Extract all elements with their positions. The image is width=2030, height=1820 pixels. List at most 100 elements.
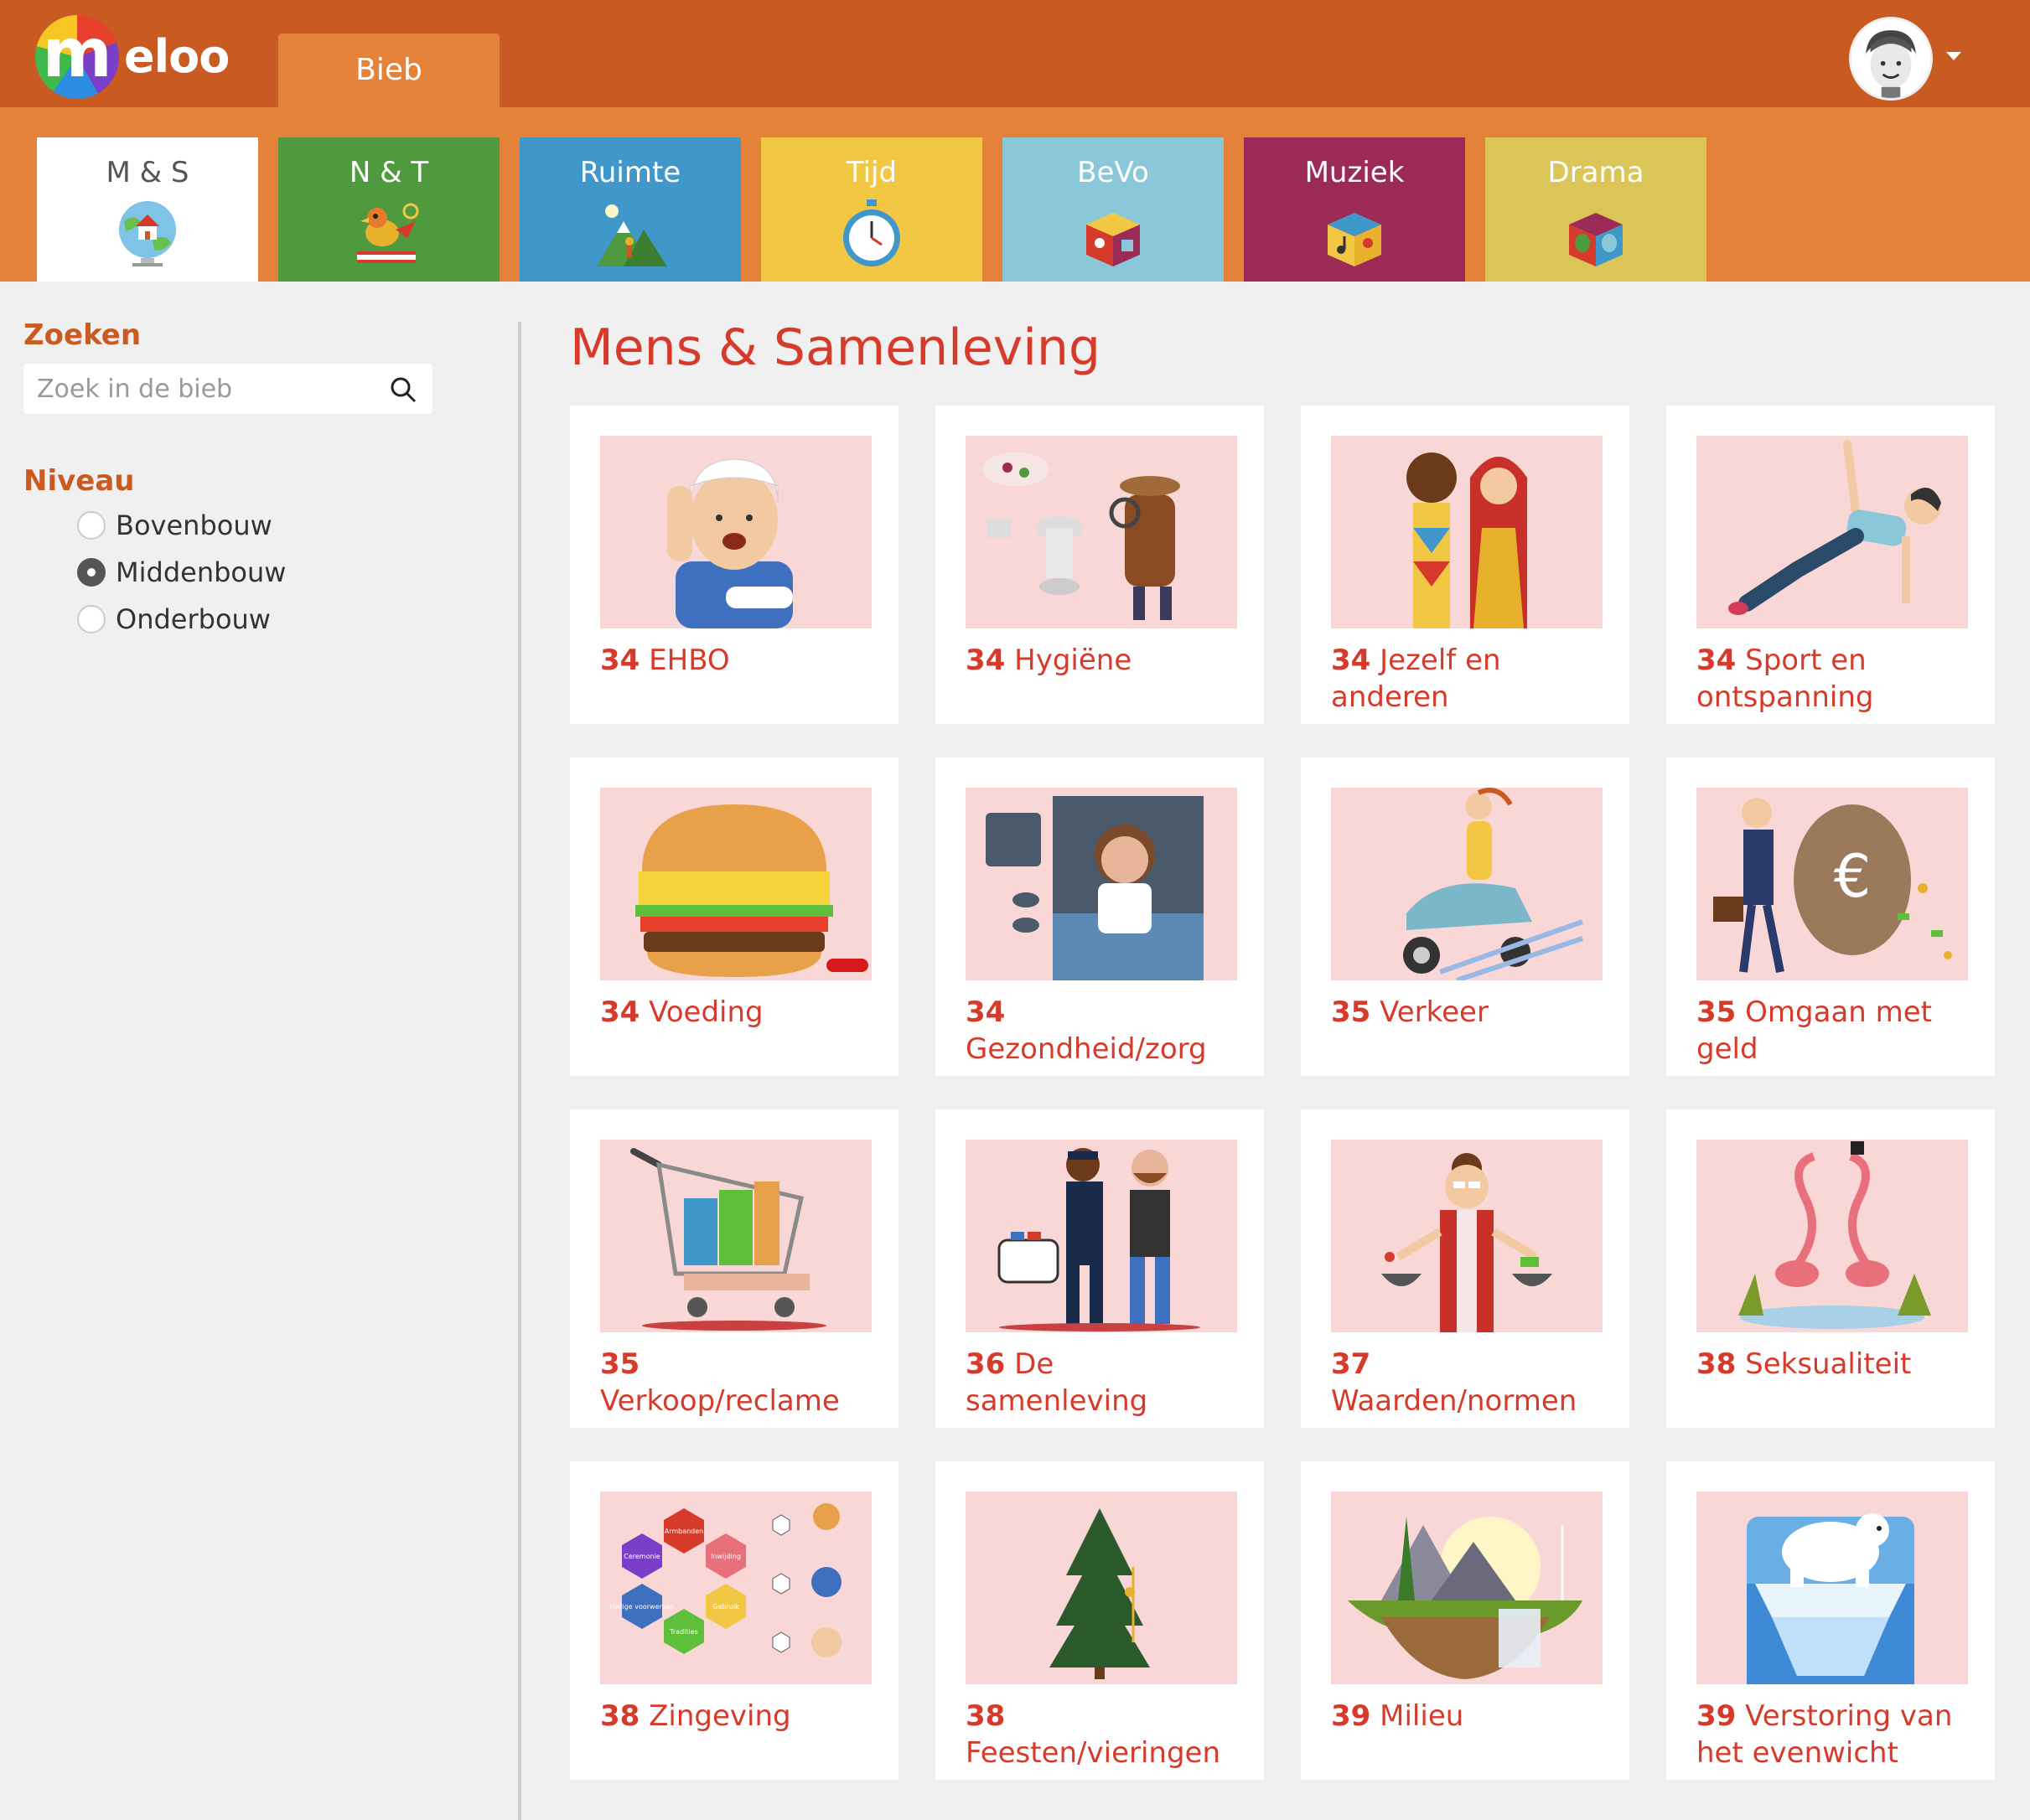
scooter-icon [1403,788,1583,980]
card-label: Voeding [649,995,764,1029]
tab-nt[interactable]: N & T [278,137,500,282]
card-title: 39 Milieu [1331,1698,1608,1735]
card-label: Seksualiteit [1745,1347,1912,1381]
topic-card[interactable]: 34 Hygiëne [935,406,1264,724]
chevron-down-icon[interactable] [1946,52,1961,60]
card-image [1331,788,1603,980]
mountain-icon [597,204,667,266]
level-label: Middenbouw [116,556,287,588]
card-number: 34 [966,995,1006,1029]
tab-ms[interactable]: M & S [37,137,258,282]
tab-bevo[interactable]: BeVo [1002,137,1224,282]
injured-boy-icon [667,458,793,628]
topic-card[interactable]: 35 Verkeer [1301,757,1629,1076]
topic-card[interactable]: 34 Jezelf en anderen [1301,406,1629,724]
page-title: Mens & Samenleving [570,318,1101,377]
globe-house-icon [119,201,176,266]
topic-card[interactable]: 38 Seksualiteit [1666,1109,1995,1428]
card-image [966,788,1237,980]
radio-button-checked[interactable] [77,558,106,587]
card-number: 34 [966,644,1006,677]
topic-card[interactable]: € 35 Omgaan met geld [1666,757,1995,1076]
svg-text:€: € [1834,842,1872,911]
level-option-middenbouw[interactable]: Middenbouw [77,551,286,593]
card-number: 34 [600,644,640,677]
card-title: 38 Seksualiteit [1696,1346,1973,1383]
card-label: Verkoop/reclame [600,1384,840,1418]
topic-card[interactable]: 39 Verstoring van het evenwicht [1666,1461,1995,1780]
search-input[interactable] [23,364,375,414]
tab-label: N & T [349,156,429,189]
card-title: 34 Gezondheid/zorg [966,994,1242,1068]
card-title: 38 Feesten/vieringen [966,1698,1242,1771]
stopwatch-icon [843,199,900,266]
music-cube-icon [1328,213,1381,266]
card-title: 36 De samenleving [966,1346,1242,1419]
topic-card[interactable]: 38 Feesten/vieringen [935,1461,1264,1780]
card-image [966,436,1237,628]
art-cube-icon [1086,213,1140,266]
yoga-girl-icon [1728,440,1941,615]
card-title: 34 EHBO [600,642,877,679]
money-bag-icon: € [1713,798,1952,973]
card-image [1696,1492,1968,1684]
tab-muziek[interactable]: Muziek [1244,137,1465,282]
user-avatar-icon [1851,19,1930,98]
hex-label: Tradities [669,1628,698,1636]
card-title: 34 Jezelf en anderen [1331,642,1608,716]
card-number: 38 [600,1699,640,1733]
card-number: 35 [1331,995,1371,1029]
card-image: € [1696,788,1968,980]
card-image [600,788,872,980]
card-number: 35 [1696,995,1737,1029]
card-number: 37 [1331,1347,1371,1381]
logo-letter: m [42,14,112,92]
tab-tijd[interactable]: Tijd [761,137,982,282]
topic-card[interactable]: 36 De samenleving [935,1109,1264,1428]
card-number: 34 [1331,644,1371,677]
level-option-onderbouw[interactable]: Onderbouw [77,598,271,640]
radio-button[interactable] [77,605,106,633]
topic-card[interactable]: 34 Sport en ontspanning [1666,406,1995,724]
card-image: Armbanden Ceremonie Inwijding Heilige vo… [600,1492,872,1684]
tab-label: BeVo [1077,156,1149,189]
card-label: Feesten/vieringen [966,1736,1221,1770]
topic-card[interactable]: 39 Milieu [1301,1461,1629,1780]
card-image [600,436,872,628]
tab-label: Muziek [1304,156,1405,189]
search-box [23,364,432,414]
card-title: 34 Hygiëne [966,642,1242,679]
flamingos-icon [1738,1141,1931,1329]
tab-label: Tijd [846,156,898,189]
topic-card[interactable]: 37 Waarden/normen [1301,1109,1629,1428]
sick-girl-bed-icon [986,796,1204,980]
police-arrest-icon [997,1148,1200,1331]
logo[interactable]: m eloo [35,15,253,99]
tab-bieb[interactable]: Bieb [278,34,500,107]
topic-card[interactable]: 34 Voeding [570,757,898,1076]
topic-card[interactable]: 34 Gezondheid/zorg [935,757,1264,1076]
card-image [1331,1140,1603,1332]
search-heading: Zoeken [23,318,142,352]
logo-text: eloo [124,30,230,83]
card-title: 37 Waarden/normen [1331,1346,1608,1419]
topic-card[interactable]: 35 Verkoop/reclame [570,1109,898,1428]
hex-label: Heilige voorwerpen [609,1603,675,1611]
radio-button[interactable] [77,511,106,540]
card-image [966,1140,1237,1332]
topic-card[interactable]: 34 EHBO [570,406,898,724]
card-image [600,1140,872,1332]
level-option-bovenbouw[interactable]: Bovenbouw [77,504,272,546]
card-label: Milieu [1380,1699,1464,1733]
card-number: 34 [1696,644,1737,677]
card-number: 39 [1696,1699,1737,1733]
topic-card[interactable]: Armbanden Ceremonie Inwijding Heilige vo… [570,1461,898,1780]
detective-toilet-icon [982,452,1180,620]
tab-drama[interactable]: Drama [1485,137,1706,282]
card-number: 35 [600,1347,640,1381]
search-icon[interactable] [389,375,417,404]
burger-icon [635,804,868,977]
avatar[interactable] [1849,17,1933,101]
tab-ruimte[interactable]: Ruimte [520,137,741,282]
tab-label: M & S [106,156,189,189]
